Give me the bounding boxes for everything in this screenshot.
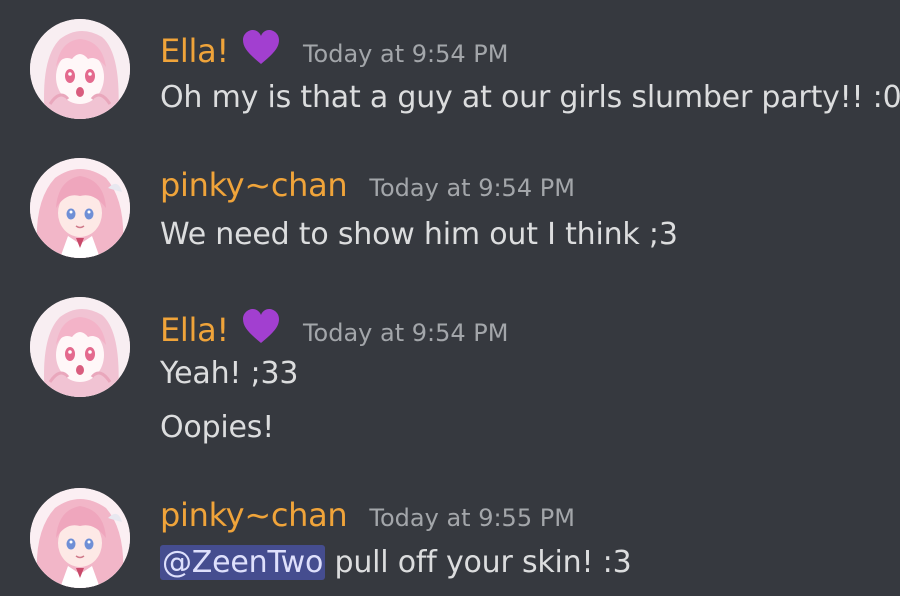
- message-text: Oh my is that a guy at our girls slumber…: [160, 80, 900, 115]
- message-text: @ZeenTwo pull off your skin! :3: [160, 545, 632, 580]
- message-text: Oopies!: [160, 410, 275, 445]
- message-text: Yeah! ;33: [160, 356, 299, 391]
- purple-heart-icon: [241, 309, 281, 345]
- timestamp: Today at 9:55 PM: [369, 504, 575, 532]
- timestamp: Today at 9:54 PM: [302, 319, 509, 347]
- username[interactable]: Ella!: [160, 32, 229, 70]
- avatar[interactable]: [30, 488, 130, 588]
- user-mention[interactable]: @ZeenTwo: [160, 545, 326, 580]
- message-header: pinky~chan Today at 9:54 PM: [160, 166, 575, 204]
- username[interactable]: pinky~chan: [160, 166, 348, 204]
- avatar[interactable]: [30, 19, 130, 119]
- avatar[interactable]: [30, 158, 130, 258]
- message-header: Ella! Today at 9:54 PM: [160, 26, 508, 70]
- username[interactable]: pinky~chan: [160, 496, 348, 534]
- chat-log: Ella! Today at 9:54 PM Oh my is that a g…: [0, 0, 900, 596]
- message-text-rest: pull off your skin! :3: [325, 545, 632, 580]
- username[interactable]: Ella!: [160, 311, 229, 349]
- avatar[interactable]: [30, 297, 130, 397]
- message-header: Ella! Today at 9:54 PM: [160, 305, 508, 349]
- message-header: pinky~chan Today at 9:55 PM: [160, 496, 575, 534]
- purple-heart-icon: [241, 30, 281, 66]
- message-text: We need to show him out I think ;3: [160, 217, 678, 252]
- timestamp: Today at 9:54 PM: [369, 174, 575, 202]
- timestamp: Today at 9:54 PM: [302, 40, 509, 68]
